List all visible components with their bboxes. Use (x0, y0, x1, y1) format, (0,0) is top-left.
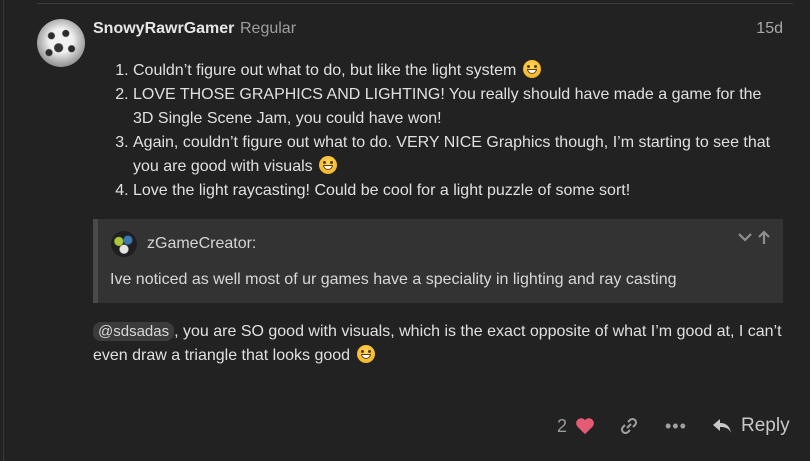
grinning-emoji-icon (522, 60, 541, 78)
list-item: Love the light raycasting! Could be cool… (133, 179, 783, 203)
user-mention[interactable]: @sdsadas (93, 322, 175, 341)
link-icon[interactable] (619, 416, 639, 436)
arrow-up-icon[interactable] (757, 230, 771, 251)
user-title: Regular (240, 20, 297, 37)
reply-paragraph: @sdsadas, you are SO good with visuals, … (93, 320, 785, 368)
quote-author[interactable]: zGameCreator: (147, 235, 256, 253)
username[interactable]: SnowyRawrGamer (93, 20, 234, 38)
top-divider (37, 3, 793, 4)
reply-text: , you are SO good with visuals, which is… (93, 323, 782, 364)
list-item: Couldn’t figure out what to do, but like… (133, 59, 783, 83)
post-list: Couldn’t figure out what to do, but like… (93, 59, 783, 203)
avatar[interactable] (37, 19, 85, 67)
grinning-emoji-icon (319, 156, 338, 174)
more-icon[interactable]: ••• (665, 416, 687, 437)
reply-label: Reply (741, 415, 790, 436)
list-item: Again, couldn’t figure out what to do. V… (133, 131, 783, 179)
like-count[interactable]: 2 (557, 416, 567, 437)
grinning-emoji-icon (356, 345, 375, 363)
heart-icon[interactable] (574, 416, 596, 436)
quote-text: Ive noticed as well most of ur games hav… (110, 271, 677, 288)
list-item: LOVE THOSE GRAPHICS AND LIGHTING! You re… (133, 83, 783, 131)
reply-icon (713, 419, 731, 433)
reply-button[interactable]: Reply (711, 412, 790, 440)
chevron-down-icon[interactable] (737, 230, 753, 248)
quote-block: zGameCreator: Ive noticed as well most o… (93, 219, 783, 303)
quote-avatar[interactable] (111, 231, 137, 257)
post-date[interactable]: 15d (756, 20, 783, 38)
left-divider (3, 0, 4, 461)
